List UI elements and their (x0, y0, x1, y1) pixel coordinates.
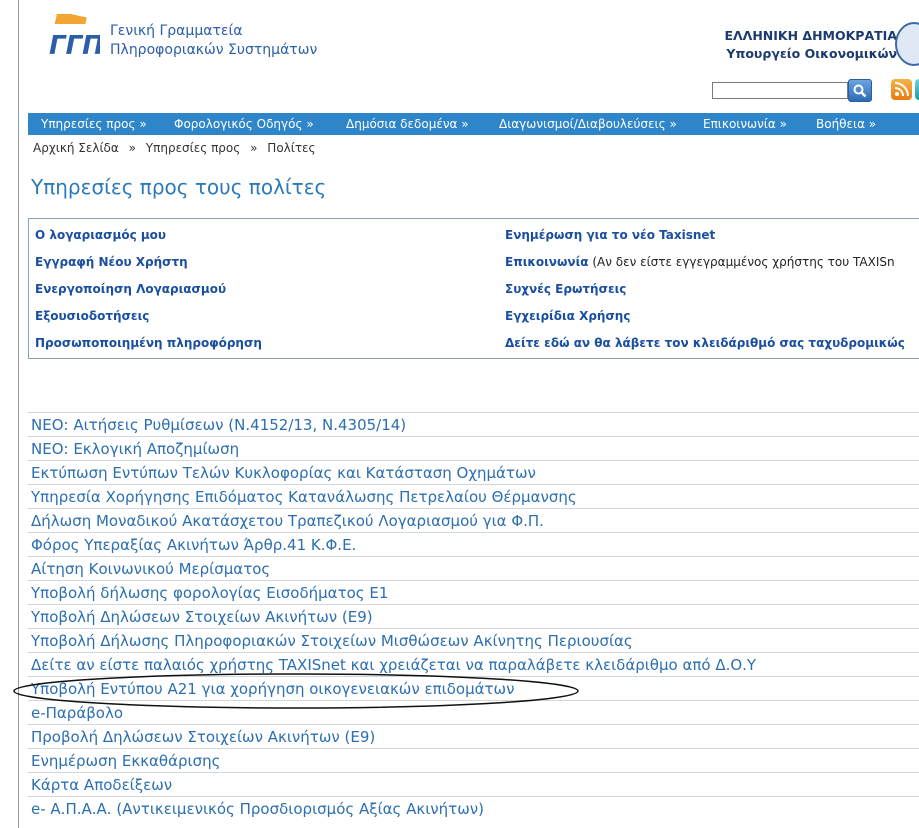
list-item: Δείτε αν είστε παλαιός χρήστης TAXISnet … (28, 652, 919, 677)
list-item: Προβολή Δηλώσεων Στοιχείων Ακινήτων (Ε9) (28, 724, 919, 749)
page-left-border (18, 0, 19, 828)
service-link[interactable]: Προβολή Δηλώσεων Στοιχείων Ακινήτων (Ε9) (31, 728, 375, 746)
list-item: ΝΕΟ: Αιτήσεις Ρυθμίσεων (Ν.4152/13, Ν.43… (28, 412, 919, 437)
quick-link-faq[interactable]: Συχνές Ερωτήσεις (505, 282, 626, 296)
nav-item-tax-guide[interactable]: Φορολογικός Οδηγός » (174, 113, 314, 135)
list-item: Υποβολή Δηλώσεων Στοιχείων Ακινήτων (Ε9) (28, 604, 919, 629)
service-link[interactable]: Υπηρεσία Χορήγησης Επιδόματος Κατανάλωση… (31, 488, 577, 506)
list-item: Υποβολή Εντύπου Α21 για χορήγηση οικογεν… (28, 676, 919, 701)
service-link[interactable]: Ενημέρωση Εκκαθάρισης (31, 752, 220, 770)
gov-line1: ΕΛΛΗΝΙΚΗ ΔΗΜΟΚΡΑΤΙΑ (724, 28, 897, 43)
quick-link-register[interactable]: Εγγραφή Νέου Χρήστη (35, 255, 188, 269)
list-item: Υποβολή Δήλωσης Πληροφοριακών Στοιχείων … (28, 628, 919, 653)
rss-glyph (894, 82, 909, 97)
service-link-a21[interactable]: Υποβολή Εντύπου Α21 για χορήγηση οικογεν… (31, 680, 514, 698)
org-name: Γενική Γραμματεία Πληροφοριακών Συστημάτ… (110, 22, 317, 60)
quick-links-box: Ο λογαριασμός μου Εγγραφή Νέου Χρήστη Εν… (28, 218, 919, 359)
list-item: e- Α.Π.Α.Α. (Αντικειμενικός Προσδιορισμό… (28, 796, 919, 821)
nav-item-tenders[interactable]: Διαγωνισμοί/Διαβουλεύσεις » (499, 113, 677, 135)
search-button[interactable] (848, 79, 872, 102)
service-link[interactable]: Υποβολή δήλωσης φορολογίας Εισοδήματος Ε… (31, 584, 388, 602)
service-link[interactable]: Εκτύπωση Εντύπων Τελών Κυκλοφορίας και Κ… (31, 464, 536, 482)
page-title: Υπηρεσίες προς τους πολίτες (31, 175, 327, 199)
quick-link-postal-password[interactable]: Δείτε εδώ αν θα λάβετε τον κλειδάριθμό σ… (505, 336, 905, 350)
org-name-line1: Γενική Γραμματεία (110, 23, 243, 39)
quick-link-personalized-info[interactable]: Προσωποποιημένη πληροφόρηση (35, 336, 262, 350)
quick-link-activate[interactable]: Ενεργοποίηση Λογαριασμού (35, 282, 226, 296)
nav-item-help[interactable]: Βοήθεια » (816, 113, 876, 135)
nav-item-services[interactable]: Υπηρεσίες προς » (41, 113, 147, 135)
list-item: Δήλωση Μοναδικού Ακατάσχετου Τραπεζικού … (28, 508, 919, 533)
breadcrumb-citizens: Πολίτες (267, 141, 316, 155)
nav-item-contact[interactable]: Επικοινωνία » (703, 113, 787, 135)
service-link[interactable]: Φόρος Υπεραξίας Ακινήτων Άρθρ.41 Κ.Φ.Ε. (31, 536, 356, 554)
quick-link-new-taxisnet[interactable]: Ενημέρωση για το νέο Taxisnet (505, 228, 715, 242)
government-title: ΕΛΛΗΝΙΚΗ ΔΗΜΟΚΡΑΤΙΑ Υπουργείο Οικονομικώ… (724, 27, 897, 63)
service-link[interactable]: Αίτηση Κοινωνικού Μερίσματος (31, 560, 270, 578)
breadcrumb: Αρχική Σελίδα » Υπηρεσίες προς » Πολίτες (33, 141, 316, 155)
service-link[interactable]: e- Α.Π.Α.Α. (Αντικειμενικός Προσδιορισμό… (31, 800, 484, 818)
service-link[interactable]: ΝΕΟ: Αιτήσεις Ρυθμίσεων (Ν.4152/13, Ν.43… (31, 416, 406, 434)
list-item: e-Παράβολο (28, 700, 919, 725)
contact-note: (Αν δεν είστε εγγεγραμμένος χρήστης του … (588, 255, 895, 269)
quick-link-my-account[interactable]: Ο λογαριασμός μου (35, 228, 166, 242)
list-item: Κάρτα Αποδείξεων (28, 772, 919, 797)
list-item: Ενημέρωση Εκκαθάρισης (28, 748, 919, 773)
quick-link-contact-row: Επικοινωνία (Αν δεν είστε εγγεγραμμένος … (505, 255, 895, 269)
service-link[interactable]: Δείτε αν είστε παλαιός χρήστης TAXISnet … (31, 656, 756, 674)
list-item: Εκτύπωση Εντύπων Τελών Κυκλοφορίας και Κ… (28, 460, 919, 485)
list-item: Φόρος Υπεραξίας Ακινήτων Άρθρ.41 Κ.Φ.Ε. (28, 532, 919, 557)
search-icon (853, 84, 867, 97)
quick-link-contact[interactable]: Επικοινωνία (505, 255, 589, 269)
gov-line2: Υπουργείο Οικονομικών (726, 46, 897, 61)
list-item: Αίτηση Κοινωνικού Μερίσματος (28, 556, 919, 581)
org-name-line2: Πληροφοριακών Συστημάτων (110, 42, 318, 58)
service-link[interactable]: Υποβολή Δηλώσεων Στοιχείων Ακινήτων (Ε9) (31, 608, 373, 626)
share-icon[interactable] (915, 79, 919, 100)
service-link[interactable]: Δήλωση Μοναδικού Ακατάσχετου Τραπεζικού … (31, 512, 544, 530)
coat-of-arms-icon (895, 22, 919, 66)
svg-text:ΓΓΠΣ: ΓΓΠΣ (49, 31, 100, 60)
main-nav: Υπηρεσίες προς » Φορολογικός Οδηγός » Δη… (28, 113, 919, 135)
service-link[interactable]: Κάρτα Αποδείξεων (31, 776, 172, 794)
service-link[interactable]: e-Παράβολο (31, 704, 123, 722)
breadcrumb-separator: » (128, 141, 136, 155)
breadcrumb-home[interactable]: Αρχική Σελίδα (33, 141, 119, 155)
quick-link-authorizations[interactable]: Εξουσιοδοτήσεις (35, 309, 149, 323)
search-input[interactable] (712, 82, 848, 99)
service-link[interactable]: ΝΕΟ: Εκλογική Αποζημίωση (31, 440, 239, 458)
list-item: Υπηρεσία Χορήγησης Επιδόματος Κατανάλωση… (28, 484, 919, 509)
quick-link-manuals[interactable]: Εγχειρίδια Χρήσης (505, 309, 630, 323)
list-item: Υποβολή δήλωσης φορολογίας Εισοδήματος Ε… (28, 580, 919, 605)
breadcrumb-services[interactable]: Υπηρεσίες προς (146, 141, 241, 155)
rss-icon[interactable] (891, 79, 912, 100)
nav-item-public-data[interactable]: Δημόσια δεδομένα » (346, 113, 469, 135)
gsis-logo[interactable]: ΓΓΠΣ (48, 14, 100, 60)
breadcrumb-separator: » (250, 141, 258, 155)
service-link[interactable]: Υποβολή Δήλωσης Πληροφοριακών Στοιχείων … (31, 632, 633, 650)
list-item: ΝΕΟ: Εκλογική Αποζημίωση (28, 436, 919, 461)
